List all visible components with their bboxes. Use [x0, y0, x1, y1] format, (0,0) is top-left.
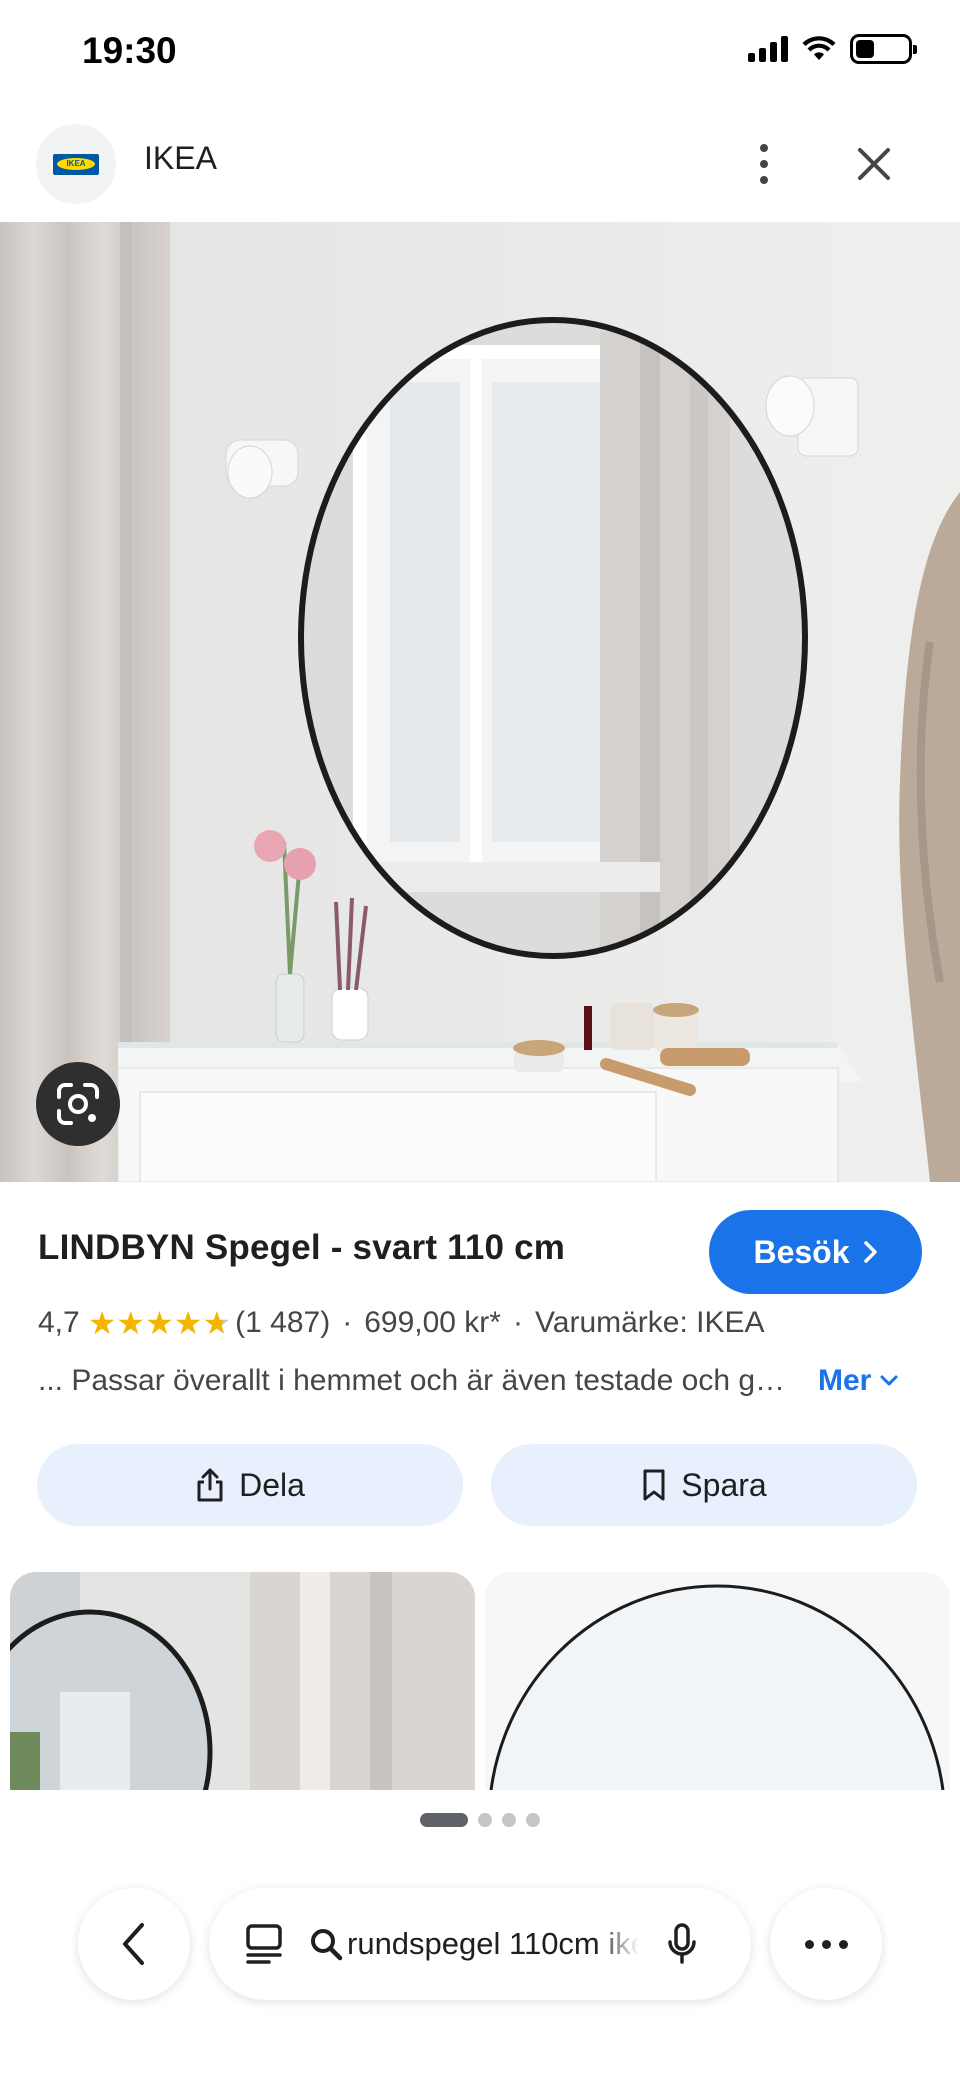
visit-button-label: Besök — [753, 1233, 850, 1270]
search-icon — [311, 1929, 343, 1961]
star-icon: ★ — [87, 1305, 117, 1341]
status-icons — [748, 34, 917, 64]
site-name[interactable]: IKEA — [144, 140, 217, 177]
wifi-icon — [802, 36, 836, 60]
save-button[interactable]: Spara — [491, 1444, 917, 1526]
save-button-label: Spara — [681, 1466, 767, 1503]
pagination-dot[interactable] — [420, 1813, 468, 1827]
site-header: IKEA IKEA — [0, 110, 960, 222]
product-meta: 4,7 ★ ★ ★ ★ ★ (1 487) · 699,00 kr* · Varumär… — [38, 1306, 765, 1340]
battery-icon — [850, 34, 917, 64]
tabs-icon[interactable] — [245, 1923, 283, 1965]
rating-stars-icon: ★ ★ ★ ★ ★ — [88, 1307, 231, 1339]
separator: · — [342, 1306, 353, 1339]
bottom-bar: rundspegel 110cm ikea — [0, 1870, 960, 2020]
pagination-dot[interactable] — [502, 1813, 516, 1827]
description-text: ... Passar överallt i hemmet och är även… — [38, 1364, 800, 1397]
chevron-left-icon — [123, 1923, 144, 1965]
search-query[interactable]: rundspegel 110cm ikea — [347, 1926, 639, 1962]
lens-icon — [57, 1083, 99, 1125]
more-options-icon[interactable] — [748, 138, 780, 190]
related-images — [0, 1572, 960, 1790]
back-button[interactable] — [78, 1888, 190, 2000]
pagination-dot[interactable] — [526, 1813, 540, 1827]
price: 699,00 kr* — [364, 1306, 501, 1339]
product-image[interactable] — [0, 222, 960, 1182]
status-time: 19:30 — [82, 30, 177, 71]
share-icon — [197, 1468, 223, 1502]
chevron-down-icon — [880, 1375, 898, 1386]
pagination-dot[interactable] — [478, 1813, 492, 1827]
microphone-icon[interactable] — [667, 1923, 697, 1965]
google-lens-button[interactable] — [36, 1062, 120, 1146]
share-button[interactable]: Dela — [37, 1444, 463, 1526]
star-icon: ★ — [202, 1305, 232, 1341]
related-image-mirror-product — [485, 1572, 950, 1790]
related-image[interactable] — [485, 1572, 950, 1790]
bookmark-icon — [643, 1469, 665, 1501]
visit-button[interactable]: Besök — [709, 1210, 922, 1294]
star-icon: ★ — [173, 1305, 203, 1341]
review-count: (1 487) — [235, 1306, 331, 1339]
separator: · — [512, 1306, 523, 1339]
site-favicon[interactable]: IKEA — [36, 124, 116, 204]
star-icon: ★ — [116, 1305, 146, 1341]
share-button-label: Dela — [239, 1466, 305, 1503]
more-menu-button[interactable] — [770, 1888, 882, 2000]
star-icon: ★ — [145, 1305, 174, 1341]
more-button[interactable]: Mer — [818, 1364, 899, 1398]
search-bar[interactable]: rundspegel 110cm ikea — [209, 1888, 751, 2000]
ikea-logo-icon: IKEA — [53, 153, 99, 175]
close-icon[interactable] — [850, 140, 898, 188]
chevron-right-icon — [863, 1241, 877, 1263]
ikea-logo-text: IKEA — [57, 158, 95, 170]
product-description: ... Passar överallt i hemmet och är även… — [38, 1364, 918, 1398]
cellular-signal-icon — [748, 36, 788, 62]
more-button-label: Mer — [818, 1364, 872, 1397]
pagination-dots — [420, 1813, 540, 1827]
rating-value: 4,7 — [38, 1306, 80, 1339]
related-image[interactable] — [10, 1572, 475, 1790]
product-title[interactable]: LINDBYN Spegel - svart 110 cm — [38, 1228, 565, 1268]
mirror-room-illustration — [0, 222, 960, 1182]
related-image-mirror-room — [10, 1572, 475, 1790]
status-bar: 19:30 — [0, 0, 960, 105]
brand: Varumärke: IKEA — [534, 1306, 765, 1339]
